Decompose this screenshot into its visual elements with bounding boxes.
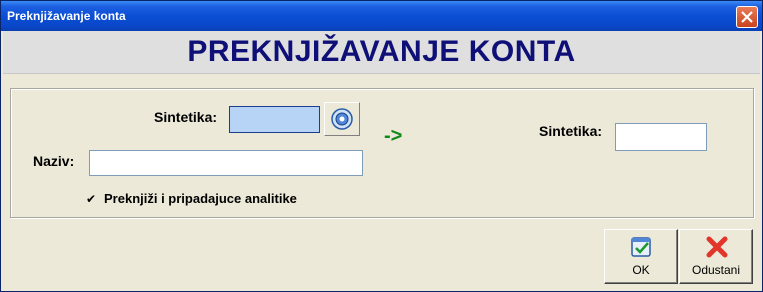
source-sintetika-label: Sintetika: (154, 109, 218, 125)
ok-check-icon (631, 237, 651, 257)
header-band: PREKNJIŽAVANJE KONTA (3, 31, 760, 74)
cancel-button[interactable]: Odustani (679, 229, 753, 284)
lookup-icon (331, 108, 353, 130)
lookup-button[interactable] (324, 102, 360, 136)
cancel-label: Odustani (691, 263, 741, 277)
close-button[interactable] (736, 6, 758, 28)
naziv-input[interactable] (89, 150, 363, 176)
transfer-arrow: -> (384, 125, 403, 147)
cancel-x-icon (706, 236, 728, 258)
close-icon (741, 11, 753, 23)
page-title: PREKNJIŽAVANJE KONTA (187, 35, 576, 68)
naziv-label: Naziv: (33, 153, 75, 169)
target-sintetika-input[interactable] (615, 123, 707, 151)
target-sintetika-label: Sintetika: (539, 123, 603, 139)
include-analytics-label: Preknjiži i pripadajuce analitike (104, 191, 297, 206)
include-analytics-checkbox[interactable]: ✔ (86, 193, 98, 205)
ok-label: OK (632, 263, 650, 277)
window-title: Preknjižavanje konta (7, 9, 126, 23)
title-bar[interactable]: Preknjižavanje konta (1, 1, 762, 31)
dialog-window: Preknjižavanje konta PREKNJIŽAVANJE KONT… (0, 0, 763, 292)
source-sintetika-input[interactable] (229, 106, 320, 133)
ok-button[interactable]: OK (604, 229, 678, 284)
